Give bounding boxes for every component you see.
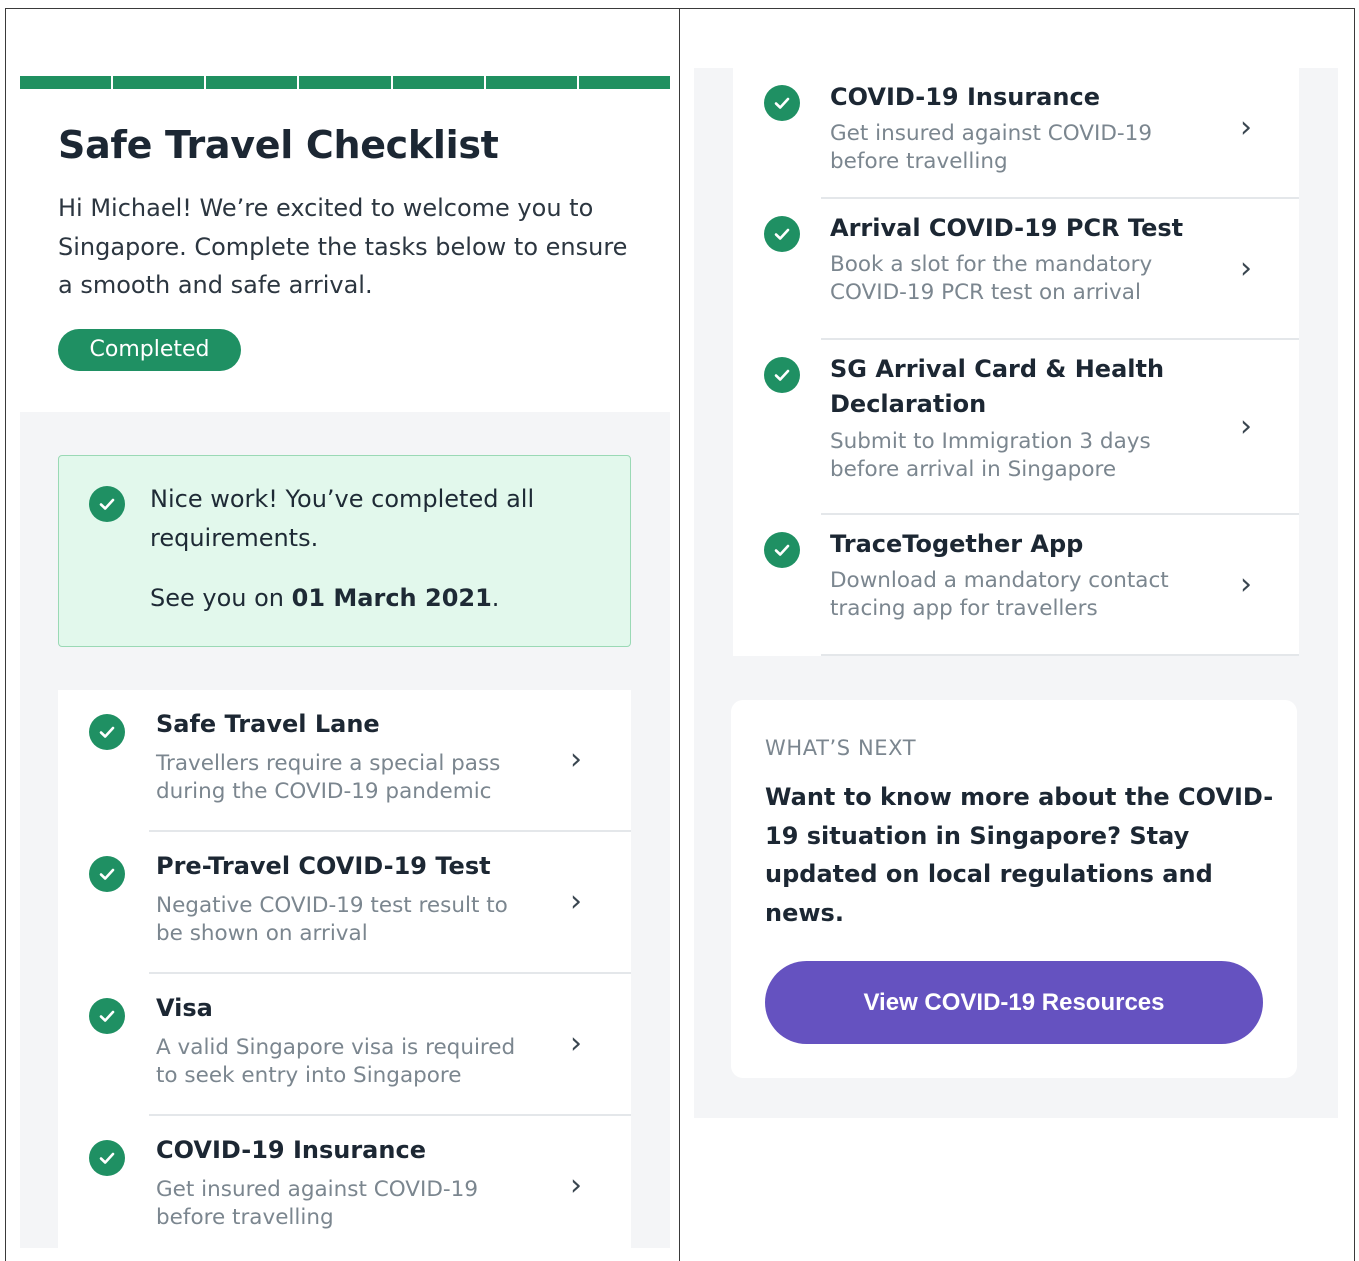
task-description: Get insured against COVID-19 before trav… — [156, 1177, 478, 1230]
chevron-right-icon: › — [570, 742, 582, 777]
task-title: SG Arrival Card & Health Declaration — [830, 355, 1165, 418]
progress-segment — [299, 76, 393, 89]
check-circle-icon — [89, 856, 125, 892]
success-banner: Nice work! You’ve completed all requirem… — [58, 455, 631, 647]
whats-next-card: WHAT’S NEXT Want to know more about the … — [731, 700, 1297, 1078]
check-circle-icon — [764, 357, 800, 393]
task-item-covid-insurance[interactable]: COVID-19 Insurance Get insured against C… — [733, 68, 1299, 199]
check-circle-icon — [764, 532, 800, 568]
chevron-right-icon: › — [1240, 409, 1252, 444]
task-description: Negative COVID-19 test result to be show… — [156, 893, 508, 946]
progress-segment — [392, 76, 486, 89]
progress-segment — [20, 76, 114, 89]
task-title: COVID-19 Insurance — [830, 83, 1100, 111]
task-description: Travellers require a special pass during… — [156, 751, 501, 804]
task-list: COVID-19 Insurance Get insured against C… — [733, 68, 1299, 656]
task-title: Arrival COVID-19 PCR Test — [830, 214, 1184, 242]
progress-bar — [20, 76, 670, 89]
section-label: WHAT’S NEXT — [765, 736, 917, 760]
page-title: Safe Travel Checklist — [58, 123, 499, 167]
task-item-visa[interactable]: Visa A valid Singapore visa is required … — [58, 974, 631, 1116]
arrival-date-suffix: . — [491, 584, 500, 612]
chevron-right-icon: › — [1240, 110, 1252, 145]
arrival-date-prefix: See you on — [150, 584, 292, 612]
whats-next-text: Want to know more about the COVID-19 sit… — [765, 783, 1274, 927]
status-badge: Completed — [58, 329, 241, 371]
task-description: Get insured against COVID-19 before trav… — [830, 121, 1152, 174]
chevron-right-icon: › — [1240, 567, 1252, 602]
task-description: A valid Singapore visa is required to se… — [156, 1035, 516, 1088]
progress-segment — [485, 76, 579, 89]
checklist-header: Safe Travel Checklist Hi Michael! We’re … — [20, 89, 670, 412]
task-item-tracetogether[interactable]: TraceTogether App Download a mandatory c… — [733, 515, 1299, 656]
view-resources-button[interactable]: View COVID-19 Resources — [765, 961, 1263, 1044]
progress-segment — [113, 76, 207, 89]
right-screen: COVID-19 Insurance Get insured against C… — [694, 68, 1338, 1118]
progress-segment — [206, 76, 300, 89]
left-screen: Safe Travel Checklist Hi Michael! We’re … — [20, 76, 670, 1248]
check-circle-icon — [764, 85, 800, 121]
check-circle-icon — [89, 714, 125, 750]
chevron-right-icon: › — [570, 1026, 582, 1061]
check-circle-icon — [764, 216, 800, 252]
chevron-right-icon: › — [570, 884, 582, 919]
task-title: Pre-Travel COVID-19 Test — [156, 852, 491, 880]
chevron-right-icon: › — [570, 1168, 582, 1203]
task-item-arrival-card[interactable]: SG Arrival Card & Health Declaration Sub… — [733, 340, 1299, 515]
check-circle-icon — [89, 1140, 125, 1176]
task-title: COVID-19 Insurance — [156, 1136, 426, 1164]
chevron-right-icon: › — [1240, 251, 1252, 286]
task-item-pre-travel-test[interactable]: Pre-Travel COVID-19 Test Negative COVID-… — [58, 832, 631, 974]
task-description: Submit to Immigration 3 days before arri… — [830, 429, 1151, 482]
intro-text: Hi Michael! We’re excited to welcome you… — [58, 194, 628, 299]
task-title: Safe Travel Lane — [156, 710, 380, 738]
progress-segment — [578, 76, 670, 89]
divider — [821, 654, 1299, 656]
task-list: Safe Travel Lane Travellers require a sp… — [58, 690, 631, 1248]
panel-divider — [679, 8, 680, 1261]
success-message: Nice work! You’ve completed all requirem… — [150, 485, 535, 552]
task-item-safe-travel-lane[interactable]: Safe Travel Lane Travellers require a sp… — [58, 690, 631, 832]
task-title: Visa — [156, 994, 213, 1022]
check-circle-icon — [89, 486, 125, 522]
task-description: Book a slot for the mandatory COVID-19 P… — [830, 252, 1153, 305]
arrival-date: 01 March 2021 — [291, 584, 492, 612]
task-description: Download a mandatory contact tracing app… — [830, 568, 1169, 621]
task-item-arrival-pcr-test[interactable]: Arrival COVID-19 PCR Test Book a slot fo… — [733, 199, 1299, 340]
arrival-date-line: See you on 01 March 2021. — [150, 579, 499, 618]
task-title: TraceTogether App — [830, 530, 1084, 558]
task-item-covid-insurance[interactable]: COVID-19 Insurance Get insured against C… — [58, 1116, 631, 1248]
check-circle-icon — [89, 998, 125, 1034]
